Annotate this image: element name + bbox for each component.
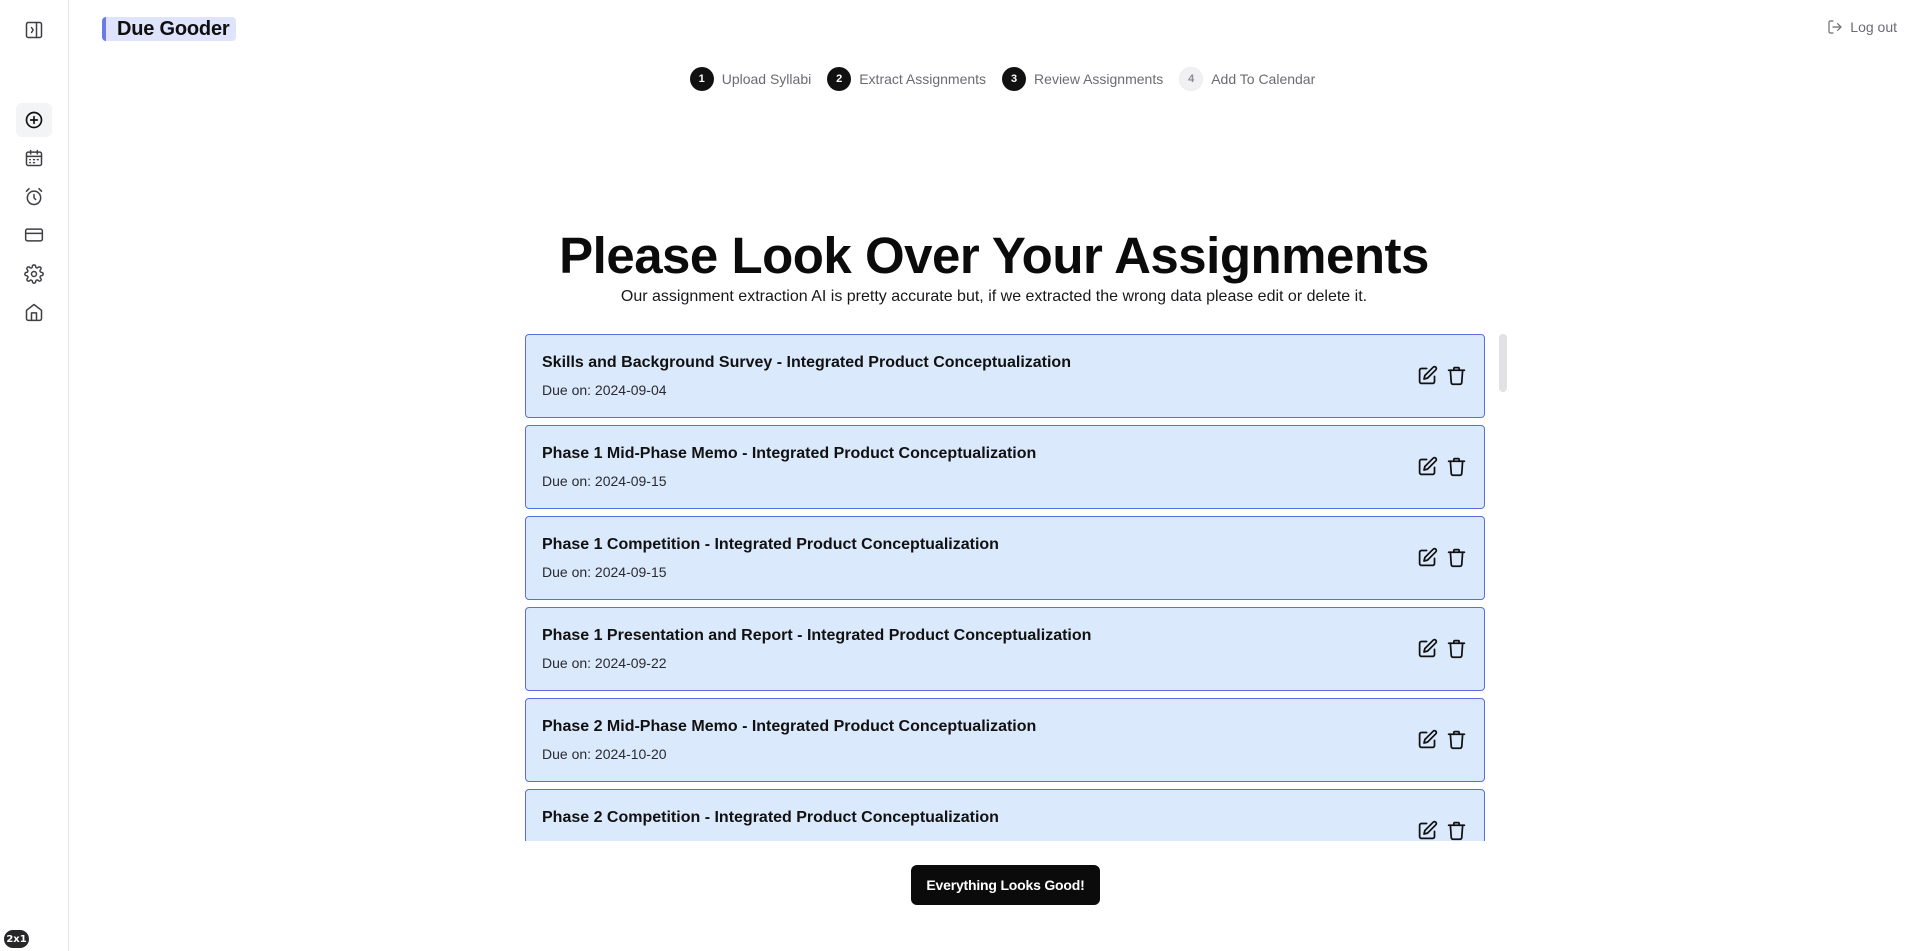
step-number: 4 <box>1179 67 1204 91</box>
step-upload-syllabi: 1 Upload Syllabi <box>689 67 812 91</box>
logout-button[interactable]: Log out <box>1827 19 1897 35</box>
sidebar-toggle-button[interactable] <box>16 13 52 47</box>
trash-icon[interactable] <box>1446 638 1467 659</box>
assignment-title: Phase 1 Competition - Integrated Product… <box>542 536 999 553</box>
app-logo[interactable]: Due Gooder <box>102 17 237 41</box>
trash-icon[interactable] <box>1446 547 1467 568</box>
page-subtitle: Our assignment extraction AI is pretty a… <box>620 288 1368 305</box>
sidebar-item-billing[interactable] <box>16 218 52 252</box>
home-icon <box>25 303 43 322</box>
step-label: Add To Calendar <box>1211 71 1316 87</box>
assignment-due-date: Due on: 2024-09-04 <box>542 382 667 398</box>
assignment-card: Phase 1 Competition - Integrated Product… <box>525 516 1485 600</box>
assignment-title: Phase 2 Competition - Integrated Product… <box>542 809 999 826</box>
edit-icon[interactable] <box>1417 547 1438 568</box>
step-number: 2 <box>827 67 852 91</box>
trash-icon[interactable] <box>1446 820 1467 841</box>
assignment-list[interactable]: Skills and Background Survey - Integrate… <box>525 334 1485 841</box>
alarm-clock-icon <box>25 187 43 206</box>
credit-card-icon <box>24 228 44 242</box>
assignment-title: Phase 1 Presentation and Report - Integr… <box>542 627 1092 644</box>
edit-icon[interactable] <box>1417 456 1438 477</box>
zoom-badge: 2x1 <box>4 930 29 948</box>
trash-icon[interactable] <box>1446 456 1467 477</box>
calendar-icon <box>25 149 43 167</box>
assignment-due-date: Due on: 2024-09-15 <box>542 473 667 489</box>
sidebar-item-calendar[interactable] <box>16 141 52 175</box>
edit-icon[interactable] <box>1417 820 1438 841</box>
assignment-title: Skills and Background Survey - Integrate… <box>542 354 1071 371</box>
sidebar-item-settings[interactable] <box>16 257 52 291</box>
step-number: 3 <box>1002 67 1027 91</box>
assignment-card: Phase 1 Presentation and Report - Integr… <box>525 607 1485 691</box>
scrollbar-thumb[interactable] <box>1499 334 1507 392</box>
assignment-due-date: Due on: 2024-09-22 <box>542 655 667 671</box>
sidebar-item-reminders[interactable] <box>16 180 52 214</box>
step-review-assignments: 3 Review Assignments <box>1002 67 1163 91</box>
assignment-card: Phase 1 Mid-Phase Memo - Integrated Prod… <box>525 425 1485 509</box>
trash-icon[interactable] <box>1446 729 1467 750</box>
sidebar-item-add[interactable] <box>16 103 52 137</box>
edit-icon[interactable] <box>1417 365 1438 386</box>
logout-label: Log out <box>1850 19 1897 35</box>
step-extract-assignments: 2 Extract Assignments <box>827 67 986 91</box>
gear-icon <box>24 264 44 284</box>
assignment-title: Phase 2 Mid-Phase Memo - Integrated Prod… <box>542 718 1037 735</box>
assignment-due-date: Due on: 2024-09-15 <box>542 564 667 580</box>
step-number: 1 <box>689 67 714 91</box>
assignment-card: Skills and Background Survey - Integrate… <box>525 334 1485 418</box>
plus-circle-icon <box>25 111 43 129</box>
assignment-title: Phase 1 Mid-Phase Memo - Integrated Prod… <box>542 445 1037 462</box>
edit-icon[interactable] <box>1417 638 1438 659</box>
list-scrollbar[interactable] <box>1499 334 1507 841</box>
page-title: Please Look Over Your Assignments <box>559 227 1429 284</box>
progress-stepper: 1 Upload Syllabi 2 Extract Assignments 3… <box>0 67 1919 91</box>
assignment-card: Phase 2 Competition - Integrated Product… <box>525 789 1485 841</box>
step-label: Extract Assignments <box>859 71 987 87</box>
step-add-to-calendar: 4 Add To Calendar <box>1179 67 1315 91</box>
step-label: Review Assignments <box>1034 71 1164 87</box>
confirm-assignments-button[interactable]: Everything Looks Good! <box>911 865 1100 905</box>
step-label: Upload Syllabi <box>721 71 812 87</box>
logout-icon <box>1828 20 1842 34</box>
assignment-card: Phase 2 Mid-Phase Memo - Integrated Prod… <box>525 698 1485 782</box>
sidebar-item-home[interactable] <box>16 295 52 329</box>
panel-toggle-icon <box>25 21 43 39</box>
edit-icon[interactable] <box>1417 729 1438 750</box>
assignment-due-date: Due on: 2024-10-20 <box>542 746 667 762</box>
trash-icon[interactable] <box>1446 365 1467 386</box>
sidebar: 2x1 <box>0 0 69 951</box>
